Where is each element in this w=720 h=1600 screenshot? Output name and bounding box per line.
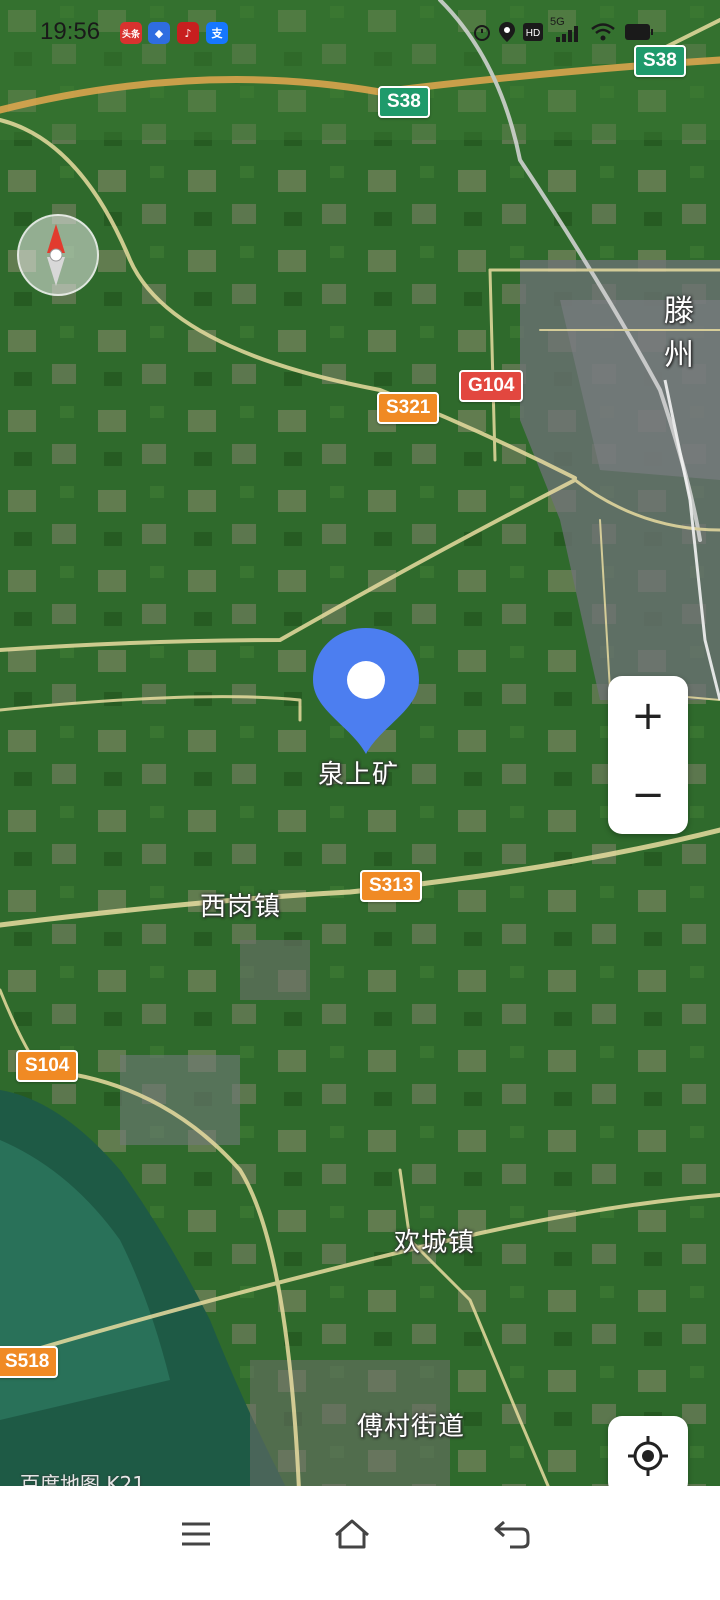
- pin-label[interactable]: 泉上矿: [318, 754, 399, 791]
- alarm-icon: [474, 25, 490, 41]
- crosshair-icon: [628, 1436, 668, 1476]
- road-shield-s518: S518: [0, 1346, 59, 1378]
- back-icon: [494, 1520, 530, 1549]
- signal-icon: [556, 26, 578, 42]
- home-nav-button[interactable]: [322, 1506, 382, 1562]
- road-shield-g104: G104: [459, 370, 524, 402]
- zoom-out-button[interactable]: −: [608, 755, 688, 834]
- map-pin-icon: [313, 628, 419, 754]
- alipay-app-icon: 支: [206, 22, 228, 44]
- hd-icon: HD: [523, 23, 543, 41]
- battery-icon: [625, 24, 653, 40]
- place-label-tengzhou[interactable]: 滕州: [664, 286, 720, 374]
- place-label-fucun[interactable]: 傅村街道: [357, 1406, 465, 1443]
- baidu-app-icon: ◆: [148, 22, 170, 44]
- place-label-xigang[interactable]: 西岗镇: [200, 886, 281, 923]
- compass-button[interactable]: [17, 214, 99, 296]
- back-nav-button[interactable]: [482, 1506, 542, 1562]
- menu-nav-button[interactable]: [166, 1506, 226, 1562]
- locate-button[interactable]: [608, 1416, 688, 1496]
- place-label-huancheng[interactable]: 欢城镇: [394, 1222, 475, 1259]
- music-app-icon: ♪: [177, 22, 199, 44]
- compass-icon: [47, 224, 65, 286]
- location-status-icon: [499, 22, 515, 42]
- location-pin[interactable]: [311, 626, 421, 756]
- wifi-icon: [591, 23, 615, 41]
- road-shield-s321: S321: [377, 392, 440, 424]
- status-bar: 19:56 头条 ◆ ♪ 支 HD 5G: [0, 0, 720, 64]
- satellite-map[interactable]: S38 S38 G104 S321 S313 S104 S518 滕州 西岗镇 …: [0, 0, 720, 1514]
- road-shield-s104: S104: [16, 1050, 79, 1082]
- zoom-control: + −: [608, 676, 688, 834]
- zoom-in-button[interactable]: +: [608, 676, 688, 755]
- svg-text:HD: HD: [526, 28, 540, 39]
- news-app-icon: 头条: [120, 22, 142, 44]
- road-shield-s313: S313: [360, 870, 423, 902]
- road-shield-s38: S38: [378, 86, 430, 118]
- home-icon: [335, 1519, 369, 1549]
- menu-icon: [182, 1522, 210, 1546]
- status-time: 19:56: [40, 18, 101, 45]
- system-nav-bar: [0, 1486, 720, 1600]
